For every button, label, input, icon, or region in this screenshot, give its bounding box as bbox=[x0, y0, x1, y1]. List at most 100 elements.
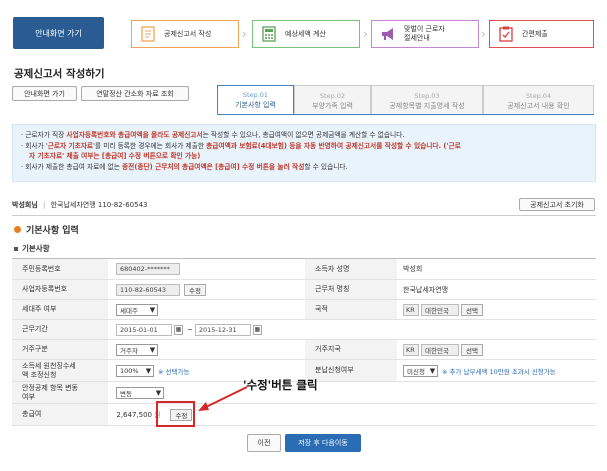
guide-home-small-button[interactable]: 안내화면 가기 bbox=[12, 86, 77, 101]
deduction-change-cell: 변동 ▼ bbox=[116, 382, 164, 403]
residence-country-select-button[interactable]: 선택 bbox=[461, 343, 483, 356]
withholding-label-line2: 액 조정신청 bbox=[22, 370, 57, 379]
biz-no-cell: 110-82-60543 수정 bbox=[116, 280, 206, 299]
employee-name: 박성희님 bbox=[12, 201, 38, 209]
tab-step2-dependents[interactable]: Step.02 부양가족 입력 bbox=[294, 85, 371, 115]
work-period-cell: 2015-01-01 ▦ ~ 2015-12-31 ▦ bbox=[116, 320, 262, 339]
tab-step-number: Step.01 bbox=[242, 90, 269, 99]
householder-label: 세대주 여부 bbox=[12, 300, 108, 319]
chevron-down-icon: ▼ bbox=[149, 305, 156, 314]
period-start-field[interactable]: 2015-01-01 bbox=[116, 323, 172, 336]
tab-step1-basic-info[interactable]: Step.01 기본사항 입력 bbox=[217, 85, 294, 115]
divider: | bbox=[43, 201, 46, 209]
form-row: 거주구분 거주자 ▼ 거주지국 KR 대한민국 선택 bbox=[12, 340, 596, 360]
tab-label: 부양가족 입력 bbox=[312, 101, 353, 110]
nationality-name: 대한민국 bbox=[421, 303, 459, 316]
tab-step3-expense-detail[interactable]: Step.03 공제항목별 지출명세 작성 bbox=[371, 85, 483, 115]
period-end-field[interactable]: 2015-12-31 bbox=[194, 323, 251, 336]
form-row: 세대주 여부 세대주 ▼ 국적 KR 대한민국 선택 bbox=[12, 300, 596, 320]
company-name-label: 근무처 명칭 bbox=[305, 280, 397, 299]
save-next-button[interactable]: 저장 후 다음이동 bbox=[285, 434, 361, 452]
section-title: 기본사항 입력 bbox=[14, 223, 79, 236]
deduction-change-label-line2: 여부 bbox=[22, 392, 35, 401]
installment-selected: 미신청 bbox=[407, 367, 425, 376]
tilde: ~ bbox=[187, 325, 193, 334]
guide-home-button[interactable]: 안내화면 가기 bbox=[13, 17, 104, 49]
resident-no-label: 주민등록번호 bbox=[12, 259, 108, 279]
nationality-code: KR bbox=[403, 303, 419, 316]
nationality-select-button[interactable]: 선택 bbox=[461, 303, 483, 316]
notice-line-4: · 회사가 제출한 총급여 자료에 없는 종전(종단) 근무처의 총급여액은 [… bbox=[21, 162, 348, 171]
withholding-cell: 100% ▼ ※ 선택가능 bbox=[116, 360, 189, 381]
step-tax-estimate[interactable]: 예상세액 계산 bbox=[252, 20, 360, 48]
step-label: 간편제출 bbox=[522, 30, 548, 38]
total-pay-value: 2,647,500 bbox=[116, 410, 152, 419]
nationality-cell: KR 대한민국 선택 bbox=[403, 300, 483, 319]
top-navigation: 안내화면 가기 공제신고서 작성 › 예상세액 계산 › 맞벌이 근로자 절세안… bbox=[0, 0, 607, 58]
form-row: 총급여 2,647,500 원 수정 bbox=[12, 404, 596, 426]
chevron-right-icon: › bbox=[363, 27, 368, 41]
withholding-select[interactable]: 100% ▼ bbox=[116, 364, 154, 377]
step-label: 예상세액 계산 bbox=[285, 30, 326, 38]
residence-country-label: 거주지국 bbox=[305, 340, 397, 359]
chevron-right-icon: › bbox=[481, 27, 486, 41]
biz-no-edit-button[interactable]: 수정 bbox=[184, 283, 206, 296]
form-row: 사업자등록번호 110-82-60543 수정 근무처 명칭 한국납세자연맹 bbox=[12, 280, 596, 300]
resident-no-field: 680402-******* bbox=[116, 263, 180, 275]
deduction-change-select[interactable]: 변동 ▼ bbox=[116, 386, 164, 399]
prev-button[interactable]: 이전 bbox=[247, 434, 281, 452]
calendar-icon[interactable]: ▦ bbox=[174, 324, 183, 335]
withholding-label: 소득세 원천징수세 액 조정신청 bbox=[12, 360, 108, 381]
installment-select[interactable]: 미신청 ▼ bbox=[403, 364, 438, 377]
biz-no-field: 110-82-60543 bbox=[116, 283, 180, 296]
chevron-down-icon: ▼ bbox=[155, 388, 162, 397]
chevron-right-icon: › bbox=[242, 27, 247, 41]
householder-select[interactable]: 세대주 ▼ bbox=[116, 303, 158, 316]
company-name-value: 한국납세자연맹 bbox=[403, 285, 449, 294]
subsection-title-text: 기본사항 bbox=[22, 244, 50, 253]
notice-line-3: 자 기초자료' 제출 여부는 [총급여] 수정 버튼으로 확인 가능) bbox=[29, 152, 201, 160]
total-pay-label: 총급여 bbox=[12, 404, 108, 425]
nationality-label: 국적 bbox=[305, 300, 397, 319]
divider bbox=[12, 215, 596, 216]
chevron-down-icon: ▼ bbox=[429, 366, 436, 375]
employee-name-label: 소득자 성명 bbox=[305, 259, 397, 279]
residence-country-code: KR bbox=[403, 343, 419, 356]
residence-country-cell: KR 대한민국 선택 bbox=[403, 340, 483, 359]
step-dual-income[interactable]: 맞벌이 근로자 절세안내 bbox=[371, 20, 479, 48]
form-row: 주민등록번호 680402-******* 소득자 성명 박성희 bbox=[12, 258, 596, 280]
work-period-label: 근무기간 bbox=[12, 320, 108, 339]
withholding-selected: 100% bbox=[120, 366, 139, 375]
form-row: 근무기간 2015-01-01 ▦ ~ 2015-12-31 ▦ bbox=[12, 320, 596, 340]
click-edit-annotation: '수정'버튼 클릭 bbox=[243, 378, 318, 392]
notice-line-1: · 근로자가 직장 사업자등록번호와 총급여액을 몰라도 공제신고서는 작성할 … bbox=[21, 131, 405, 139]
company-info-text: 한국납세자연맹 110-82-60543 bbox=[50, 201, 148, 209]
step-label-line1: 맞벌이 근로자 bbox=[404, 25, 445, 33]
step-label: 공제신고서 작성 bbox=[164, 30, 212, 38]
subsection-title: 기본사항 bbox=[14, 243, 50, 254]
annotation-arrow-icon bbox=[198, 386, 248, 411]
employee-name-value: 박성희 bbox=[403, 265, 423, 273]
notice-line-2: · 회사가 '근로자 기초자료'를 미리 등록한 경우에는 회사가 제출한 총급… bbox=[21, 141, 461, 150]
residence-selected: 거주자 bbox=[120, 346, 138, 355]
biz-no-label: 사업자등록번호 bbox=[12, 280, 108, 299]
step-simple-submit[interactable]: 간편제출 bbox=[489, 20, 594, 48]
document-edit-icon bbox=[138, 24, 158, 44]
step-label: 맞벌이 근로자 절세안내 bbox=[404, 25, 445, 43]
step-label-line2: 절세안내 bbox=[404, 34, 430, 42]
year-end-data-lookup-button[interactable]: 연말정산 간소화 자료 조회 bbox=[81, 86, 189, 101]
installment-cell: 미신청 ▼ ※ 추가 납부세액 10만원 초과시 신청가능 bbox=[403, 360, 556, 381]
tab-label: 기본사항 입력 bbox=[235, 100, 276, 109]
chevron-down-icon: ▼ bbox=[149, 345, 156, 354]
residence-select[interactable]: 거주자 ▼ bbox=[116, 343, 158, 356]
calendar-icon[interactable]: ▦ bbox=[252, 324, 262, 335]
withholding-label-line1: 소득세 원천징수세 bbox=[22, 361, 76, 370]
householder-cell: 세대주 ▼ bbox=[116, 300, 158, 319]
notice-box: · 근로자가 직장 사업자등록번호와 총급여액을 몰라도 공제신고서는 작성할 … bbox=[12, 124, 596, 182]
step-deduction-form[interactable]: 공제신고서 작성 bbox=[131, 20, 239, 48]
resident-no-cell: 680402-******* bbox=[116, 259, 180, 279]
reset-form-button[interactable]: 공제신고서 초기화 bbox=[519, 198, 595, 211]
tab-step4-review[interactable]: Step.04 공제신고서 내용 확인 bbox=[483, 85, 594, 115]
deduction-change-label-line1: 안정공제 항목 변동 bbox=[22, 383, 78, 392]
tab-step-number: Step.04 bbox=[525, 91, 552, 100]
